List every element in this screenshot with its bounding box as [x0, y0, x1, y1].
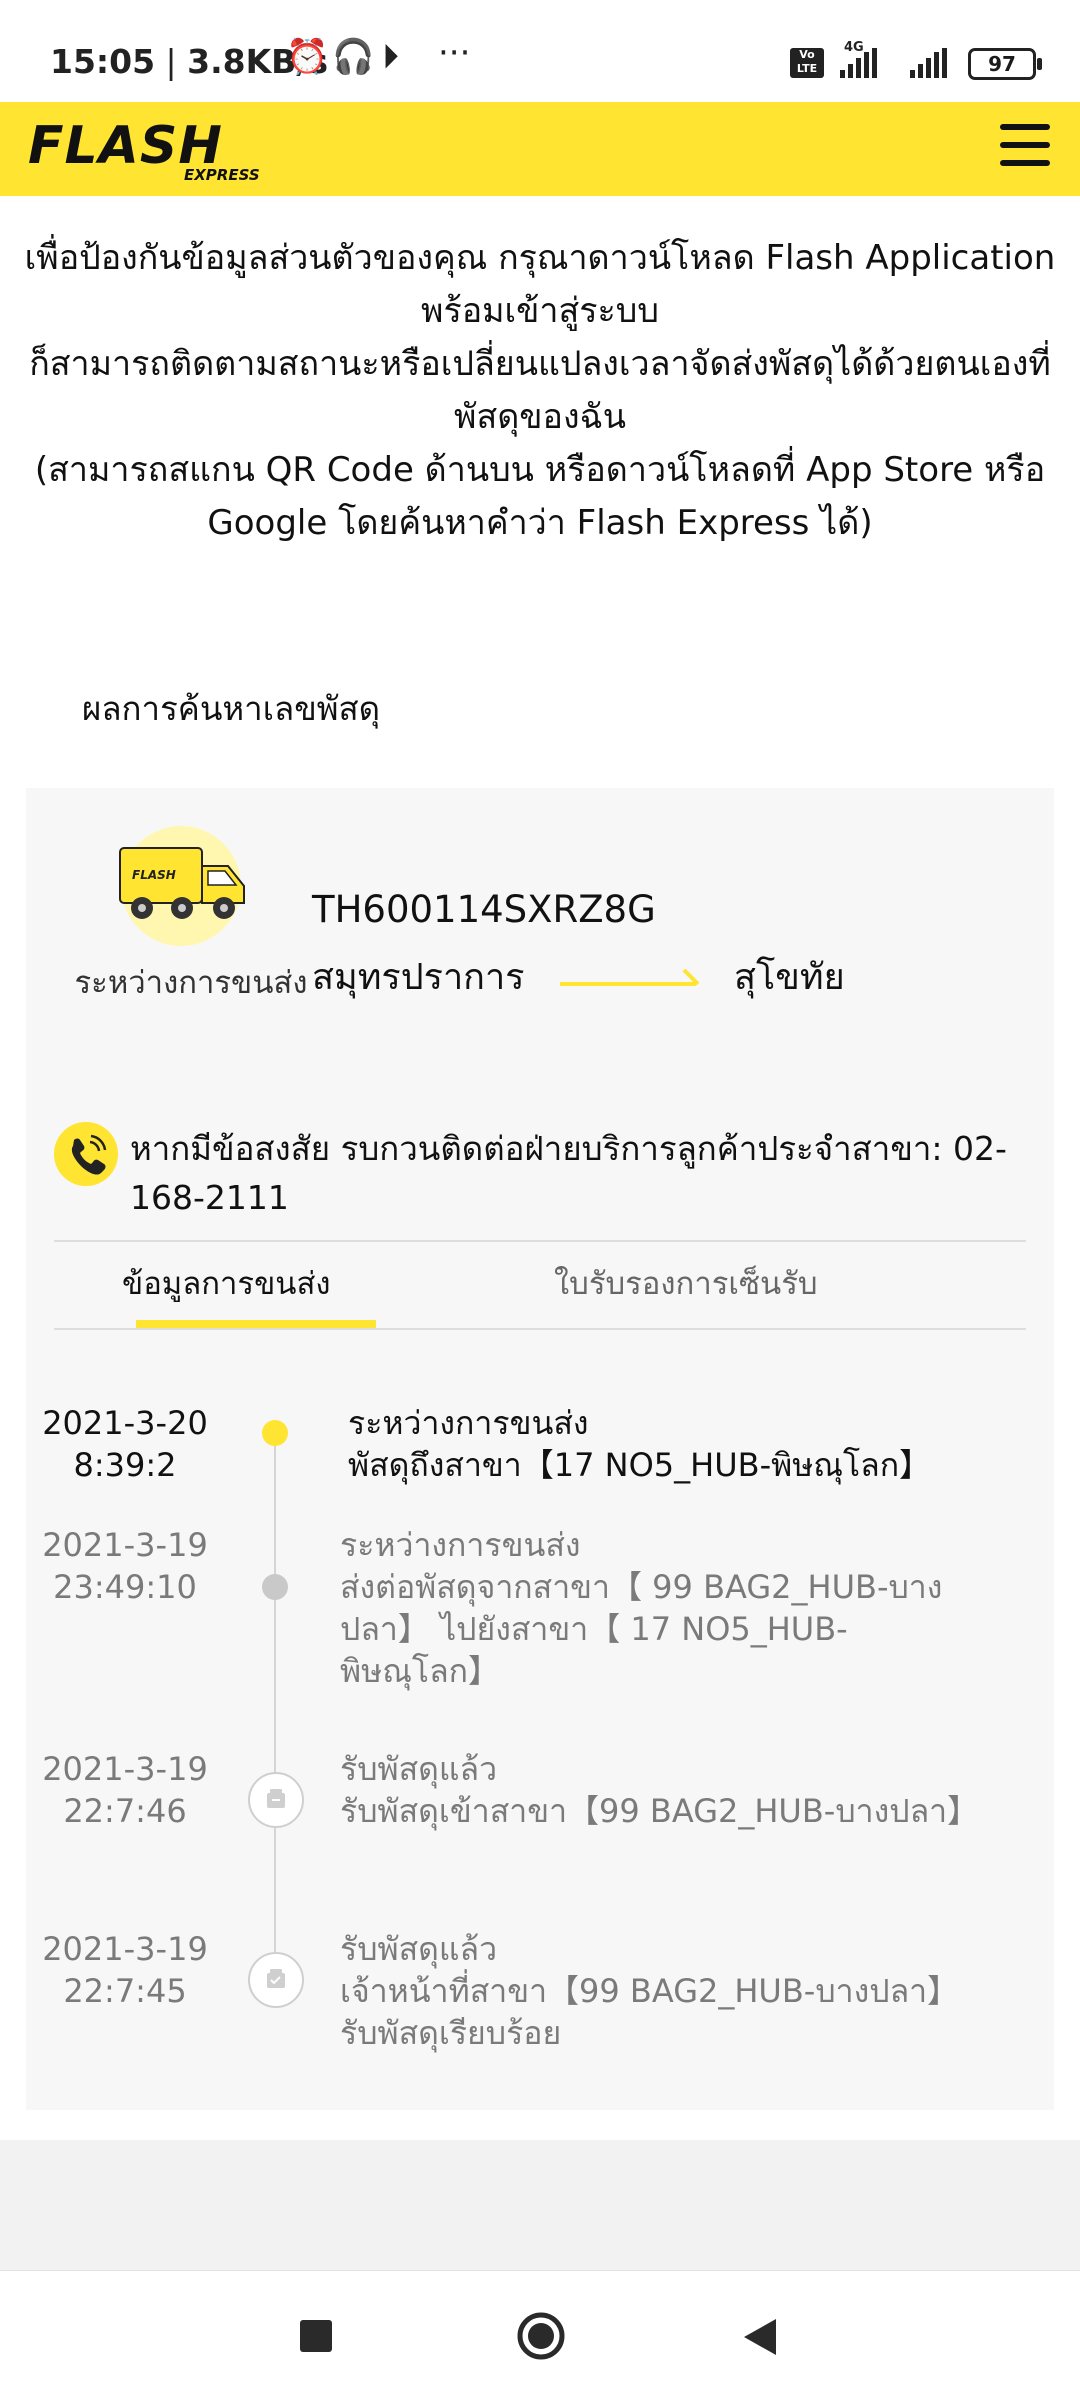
customer-service-contact[interactable]: หากมีข้อสงสัย รบกวนติดต่อฝ่ายบริการลูกค้…: [130, 1124, 1030, 1222]
event-datetime: 2021-3-20 8:39:2: [40, 1402, 210, 1486]
battery-level: 97: [988, 52, 1016, 76]
status-dot: [262, 1574, 288, 1600]
origin-location: สมุทรปราการ: [312, 957, 525, 998]
battery-icon: 97: [968, 48, 1042, 80]
event-datetime: 2021-3-19 22:7:45: [40, 1928, 210, 2012]
hamburger-icon[interactable]: [1000, 124, 1050, 174]
package-received-icon: [248, 1772, 304, 1828]
alarm-icon: ⏰: [286, 37, 329, 77]
event-time: 8:39:2: [73, 1446, 177, 1484]
divider: [54, 1240, 1026, 1242]
tab-signature-certificate[interactable]: ใบรับรองการเซ็นรับ: [554, 1258, 818, 1308]
event-date: 2021-3-19: [42, 1526, 208, 1564]
event-detail: พัสดุถึงสาขา【17 NO5_HUB-พิษณุโลก】: [348, 1446, 932, 1484]
event-time: 22:7:45: [63, 1972, 187, 2010]
more-icon: ···: [438, 33, 471, 73]
event-date: 2021-3-20: [42, 1404, 208, 1442]
event-title: ระหว่างการขนส่ง: [340, 1526, 581, 1564]
event-time: 22:7:46: [63, 1792, 187, 1830]
event-detail: ส่งต่อพัสดุจากสาขา【 99 BAG2_HUB-บางปลา】 …: [340, 1568, 943, 1690]
results-heading: ผลการค้นหาเลขพัสดุ: [82, 689, 381, 728]
event-date: 2021-3-19: [42, 1750, 208, 1788]
logo-subtitle: EXPRESS: [184, 166, 260, 184]
play-icon: ⏵: [382, 37, 399, 77]
event-description: รับพัสดุแล้ว รับพัสดุเข้าสาขา【99 BAG2_HU…: [340, 1748, 980, 1832]
signal-icon: [910, 48, 947, 78]
event-description: ระหว่างการขนส่ง ส่งต่อพัสดุจากสาขา【 99 B…: [340, 1524, 980, 1692]
route-arrow-icon: [560, 968, 700, 986]
event-datetime: 2021-3-19 22:7:46: [40, 1748, 210, 1832]
event-title: รับพัสดุแล้ว: [340, 1750, 498, 1788]
flash-express-logo[interactable]: FLASH EXPRESS: [28, 116, 268, 186]
event-description: ระหว่างการขนส่ง พัสดุถึงสาขา【17 NO5_HUB-…: [348, 1402, 988, 1486]
notice-line-2: ก็สามารถติดตามสถานะหรือเปลี่ยนแปลงเวลาจั…: [29, 344, 1051, 437]
status-bar: 15:05 | 3.8KB/s ⏰ 🎧 ⏵ ··· Vo LTE 4G 97: [0, 0, 1080, 102]
network-type: 4G: [844, 40, 864, 55]
home-icon[interactable]: [516, 2311, 566, 2361]
event-datetime: 2021-3-19 23:49:10: [40, 1524, 210, 1608]
phone-icon[interactable]: [54, 1122, 118, 1186]
system-navigation-bar: [0, 2270, 1080, 2401]
notice-line-1: เพื่อป้องกันข้อมูลส่วนตัวของคุณ กรุณาดาว…: [24, 238, 1056, 331]
tracking-result-card: FLASH ระหว่างการขนส่ง TH600114SXRZ8G สมุ…: [26, 788, 1054, 2110]
app-header: FLASH EXPRESS: [0, 102, 1080, 196]
parcel-status: ระหว่างการขนส่ง: [74, 965, 308, 1001]
timeline-line: [274, 1428, 276, 2008]
svg-text:FLASH: FLASH: [132, 868, 176, 882]
notice-line-3: (สามารถสแกน QR Code ด้านบน หรือดาวน์โหลด…: [34, 450, 1046, 543]
destination-location: สุโขทัย: [734, 957, 845, 998]
tab-shipping-info[interactable]: ข้อมูลการขนส่ง: [122, 1258, 331, 1308]
event-description: รับพัสดุแล้ว เจ้าหน้าที่สาขา【99 BAG2_HUB…: [340, 1928, 980, 2054]
headphones-icon: 🎧: [332, 37, 375, 77]
volte-icon: Vo LTE: [790, 48, 824, 78]
page-footer: [0, 2140, 1080, 2270]
event-detail: เจ้าหน้าที่สาขา【99 BAG2_HUB-บางปลา】รับพั…: [340, 1972, 960, 2052]
delivery-truck-icon: FLASH: [119, 826, 245, 946]
event-title: ระหว่างการขนส่ง: [348, 1404, 589, 1442]
event-detail: รับพัสดุเข้าสาขา【99 BAG2_HUB-บางปลา】: [340, 1792, 980, 1830]
privacy-notice: เพื่อป้องกันข้อมูลส่วนตัวของคุณ กรุณาดาว…: [20, 232, 1060, 550]
back-icon[interactable]: [742, 2317, 778, 2357]
current-status-dot: [262, 1420, 288, 1446]
divider: [54, 1328, 1026, 1330]
recent-apps-icon[interactable]: [300, 2320, 332, 2352]
event-title: รับพัสดุแล้ว: [340, 1930, 498, 1968]
event-date: 2021-3-19: [42, 1930, 208, 1968]
tracking-number: TH600114SXRZ8G: [312, 888, 656, 931]
event-time: 23:49:10: [53, 1568, 197, 1606]
clock-time: 15:05: [50, 42, 156, 81]
package-collected-icon: [248, 1952, 304, 2008]
